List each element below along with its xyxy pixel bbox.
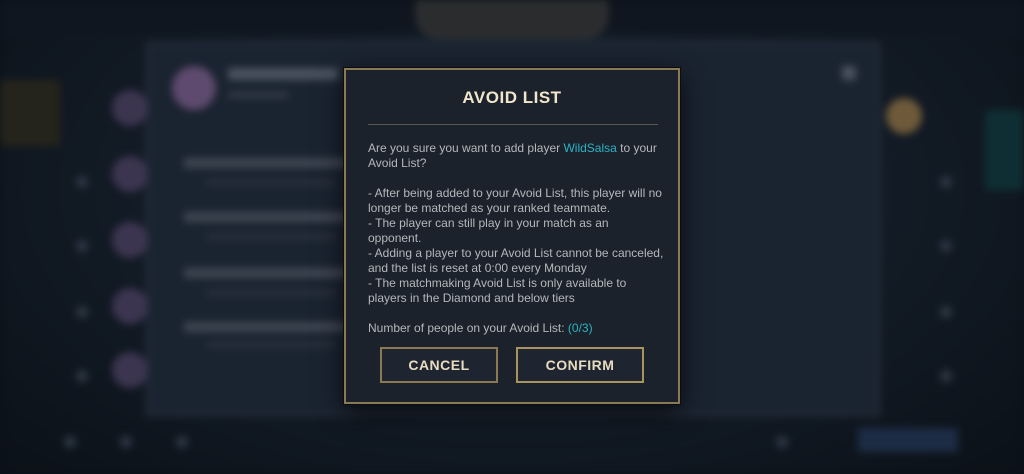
background-player-avatar (112, 222, 148, 258)
background-icon (120, 436, 132, 448)
background-play-button (416, 0, 608, 38)
count-label: Number of people on your Avoid List: (368, 321, 568, 335)
background-icon (76, 176, 88, 188)
background-option-subtext (206, 342, 336, 347)
background-option-subtext (206, 234, 336, 239)
background-icon (940, 306, 952, 318)
background-icon (76, 370, 88, 382)
note-tiers: - The matchmaking Avoid List is only ava… (368, 276, 627, 305)
background-left-banner (0, 80, 60, 146)
background-player-avatar (112, 352, 148, 388)
background-player-avatar (886, 98, 922, 134)
note-reset: - Adding a player to your Avoid List can… (368, 246, 664, 275)
note-teammate: - After being added to your Avoid List, … (368, 186, 662, 215)
background-option-subtext (206, 180, 336, 185)
background-panel-subtitle (228, 92, 288, 98)
dialog-body: Are you sure you want to add player Wild… (368, 141, 664, 336)
background-player-avatar (112, 156, 148, 192)
background-right-banner (985, 110, 1024, 190)
background-option-row (184, 322, 354, 332)
background-option-subtext (206, 290, 336, 295)
background-close-icon (842, 66, 856, 80)
dialog-title: AVOID LIST (462, 88, 562, 107)
background-bottom-button (858, 428, 958, 452)
background-icon (76, 306, 88, 318)
background-player-avatar (112, 90, 148, 126)
avoid-list-count: Number of people on your Avoid List: (0/… (368, 321, 664, 336)
background-icon (940, 370, 952, 382)
player-name: WildSalsa (563, 141, 617, 155)
cancel-button[interactable]: CANCEL (380, 347, 498, 383)
note-opponent: - The player can still play in your matc… (368, 216, 609, 245)
background-icon (940, 240, 952, 252)
background-option-row (184, 268, 354, 278)
background-player-avatar (112, 288, 148, 324)
confirmation-question: Are you sure you want to add player Wild… (368, 141, 664, 171)
background-option-row (184, 212, 354, 222)
background-icon (176, 436, 188, 448)
avoid-list-dialog: AVOID LIST Are you sure you want to add … (344, 68, 680, 404)
confirm-button[interactable]: CONFIRM (516, 347, 644, 383)
count-value: (0/3) (567, 321, 593, 335)
background-icon (76, 240, 88, 252)
background-icon (776, 436, 788, 448)
title-divider (368, 124, 658, 125)
background-option-row (184, 158, 354, 168)
background-icon (940, 176, 952, 188)
background-avatar (172, 66, 216, 110)
background-icon (64, 436, 76, 448)
question-prefix: Are you sure you want to add player (368, 141, 564, 155)
background-panel-title (228, 68, 338, 80)
